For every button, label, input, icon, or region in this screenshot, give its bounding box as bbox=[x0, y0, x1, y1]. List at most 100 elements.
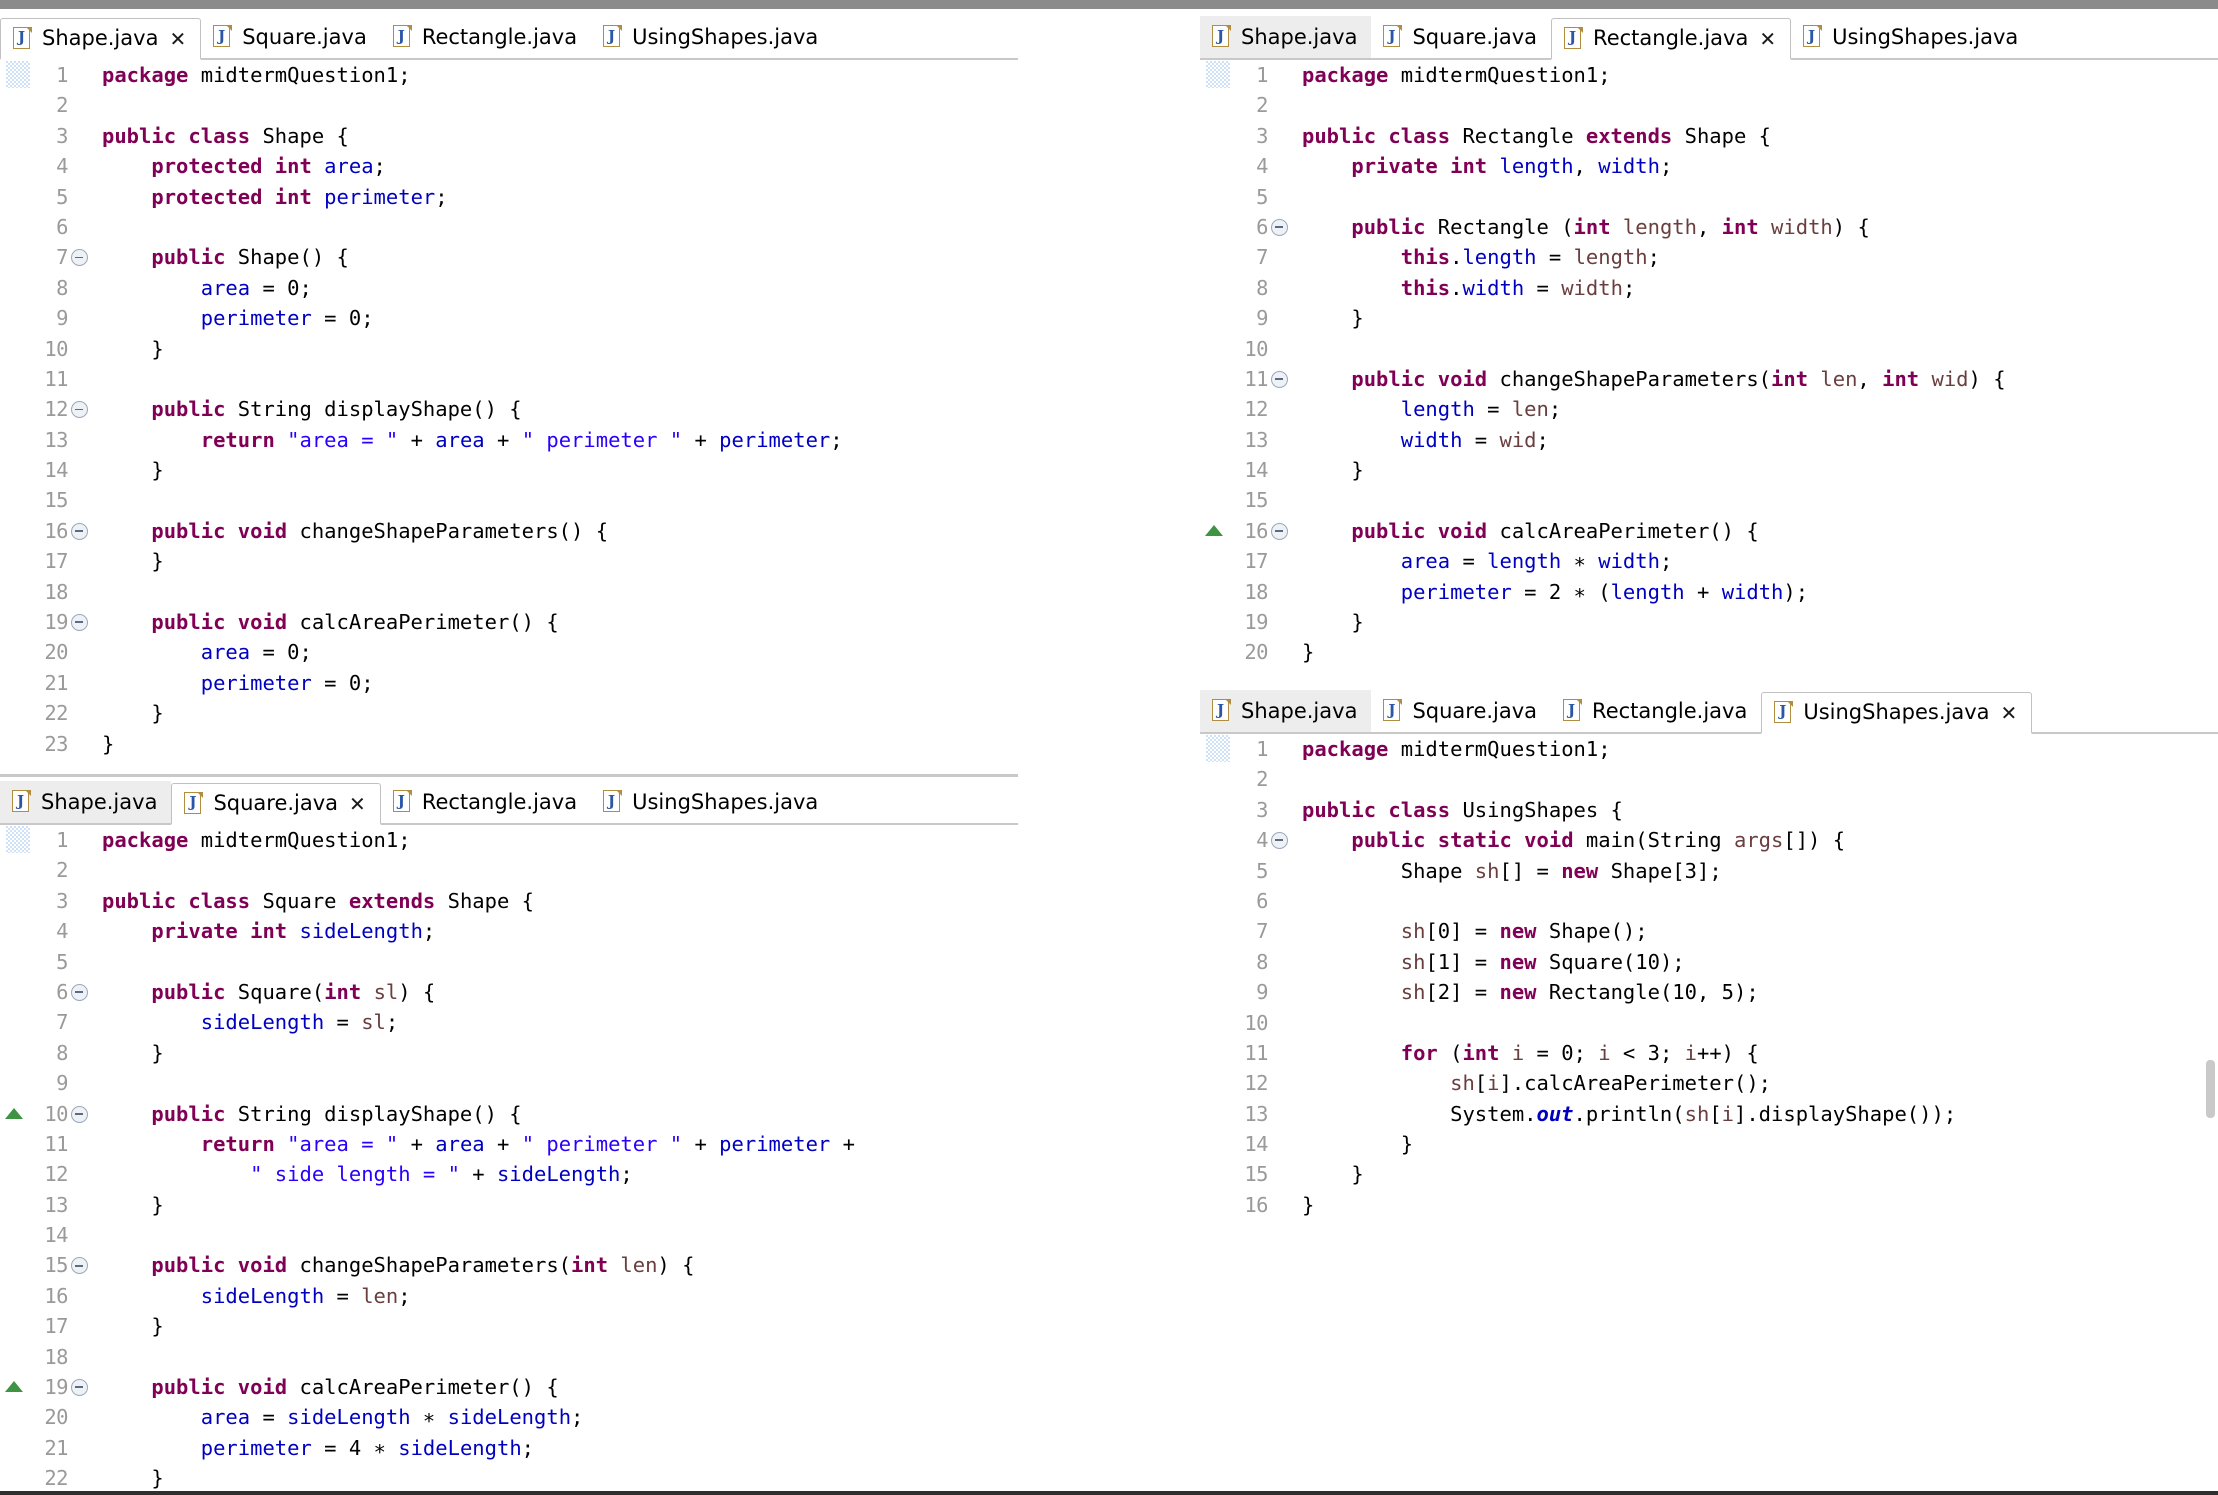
tab-usingshapes-java[interactable]: J UsingShapes.java bbox=[1791, 16, 2032, 58]
code-line[interactable]: 5 bbox=[1200, 182, 2218, 212]
code-line[interactable]: 22 } bbox=[0, 698, 1018, 728]
code-line[interactable]: 14 bbox=[0, 1220, 1018, 1250]
tab-square-java[interactable]: J Square.java bbox=[201, 16, 381, 58]
code-line[interactable]: 4 public static void main(String args[])… bbox=[1200, 825, 2218, 855]
tab-square-java[interactable]: J Square.java bbox=[1371, 690, 1551, 732]
tab-rectangle-java[interactable]: J Rectangle.java bbox=[381, 781, 591, 823]
code-line[interactable]: 18 bbox=[0, 577, 1018, 607]
tab-usingshapes-java[interactable]: J UsingShapes.java bbox=[591, 16, 832, 58]
code-line[interactable]: 12 length = len; bbox=[1200, 394, 2218, 424]
collapse-fold-icon[interactable] bbox=[71, 1257, 88, 1275]
code-line[interactable]: 13 width = wid; bbox=[1200, 425, 2218, 455]
code-line[interactable]: 9 } bbox=[1200, 303, 2218, 333]
collapse-fold-icon[interactable] bbox=[1271, 370, 1288, 388]
code-line[interactable]: 13 return "area = " + area + " perimeter… bbox=[0, 425, 1018, 455]
code-area-square[interactable]: 1 package midtermQuestion1; 2 3 public clas… bbox=[0, 825, 1018, 1491]
code-line[interactable]: 14 } bbox=[1200, 455, 2218, 485]
code-line[interactable]: 6 bbox=[0, 212, 1018, 242]
tab-rectangle-java[interactable]: J Rectangle.java bbox=[381, 16, 591, 58]
collapse-fold-icon[interactable] bbox=[1271, 218, 1288, 236]
tab-square-java[interactable]: J Square.java bbox=[1371, 16, 1551, 58]
code-line[interactable]: 16 public void calcAreaPerimeter() { bbox=[1200, 516, 2218, 546]
tab-shape-java[interactable]: J Shape.java bbox=[1200, 16, 1372, 58]
code-line[interactable]: 4 private int sideLength; bbox=[0, 916, 1018, 946]
collapse-fold-icon[interactable] bbox=[71, 522, 88, 540]
code-line[interactable]: 8 sh[1] = new Square(10); bbox=[1200, 947, 2218, 977]
code-line[interactable]: 8 area = 0; bbox=[0, 273, 1018, 303]
collapse-fold-icon[interactable] bbox=[71, 1379, 88, 1397]
code-line[interactable]: 20 area = 0; bbox=[0, 637, 1018, 667]
collapse-fold-icon[interactable] bbox=[71, 983, 88, 1001]
code-line[interactable]: 18 bbox=[0, 1342, 1018, 1372]
code-line[interactable]: 16 public void changeShapeParameters() { bbox=[0, 516, 1018, 546]
vertical-scrollbar-thumb[interactable] bbox=[2206, 1060, 2215, 1118]
code-line[interactable]: 22 } bbox=[0, 1463, 1018, 1491]
code-line[interactable]: 10 } bbox=[0, 334, 1018, 364]
code-line[interactable]: 10 bbox=[1200, 334, 2218, 364]
collapse-fold-icon[interactable] bbox=[1271, 522, 1288, 540]
code-line[interactable]: 12 sh[i].calcAreaPerimeter(); bbox=[1200, 1068, 2218, 1098]
code-line[interactable]: 2 bbox=[1200, 90, 2218, 120]
code-line[interactable]: 17 } bbox=[0, 1311, 1018, 1341]
code-line[interactable]: 8 this.width = width; bbox=[1200, 273, 2218, 303]
code-line[interactable]: 9 bbox=[0, 1068, 1018, 1098]
code-line[interactable]: 1 package midtermQuestion1; bbox=[0, 825, 1018, 855]
code-line[interactable]: 7 sh[0] = new Shape(); bbox=[1200, 916, 2218, 946]
code-line[interactable]: 3 public class Rectangle extends Shape { bbox=[1200, 121, 2218, 151]
code-line[interactable]: 19 public void calcAreaPerimeter() { bbox=[0, 607, 1018, 637]
code-line[interactable]: 12 " side length = " + sideLength; bbox=[0, 1159, 1018, 1189]
code-line[interactable]: 14 } bbox=[0, 455, 1018, 485]
code-line[interactable]: 5 protected int perimeter; bbox=[0, 182, 1018, 212]
code-line[interactable]: 13 } bbox=[0, 1190, 1018, 1220]
close-icon[interactable]: ✕ bbox=[169, 29, 186, 49]
code-line[interactable]: 3 public class Square extends Shape { bbox=[0, 886, 1018, 916]
tab-usingshapes-java[interactable]: J UsingShapes.java bbox=[591, 781, 832, 823]
code-line[interactable]: 19 } bbox=[1200, 607, 2218, 637]
code-line[interactable]: 16 sideLength = len; bbox=[0, 1281, 1018, 1311]
tab-shape-java[interactable]: J Shape.java bbox=[0, 781, 172, 823]
code-line[interactable]: 5 Shape sh[] = new Shape[3]; bbox=[1200, 856, 2218, 886]
code-line[interactable]: 3 public class UsingShapes { bbox=[1200, 795, 2218, 825]
collapse-fold-icon[interactable] bbox=[71, 249, 88, 267]
code-line[interactable]: 2 bbox=[0, 855, 1018, 885]
code-line[interactable]: 12 public String displayShape() { bbox=[0, 394, 1018, 424]
code-line[interactable]: 11 bbox=[0, 364, 1018, 394]
code-line[interactable]: 21 perimeter = 4 ∗ sideLength; bbox=[0, 1433, 1018, 1463]
close-icon[interactable]: ✕ bbox=[349, 794, 366, 814]
code-line[interactable]: 20} bbox=[1200, 637, 2218, 667]
tab-shape-java[interactable]: J Shape.java bbox=[1200, 690, 1372, 732]
code-line[interactable]: 1 package midtermQuestion1; bbox=[1200, 734, 2218, 764]
collapse-fold-icon[interactable] bbox=[71, 1105, 88, 1123]
code-line[interactable]: 2 bbox=[1200, 764, 2218, 794]
code-line[interactable]: 16} bbox=[1200, 1190, 2218, 1220]
code-line[interactable]: 7 this.length = length; bbox=[1200, 242, 2218, 272]
tab-rectangle-java[interactable]: J Rectangle.java ✕ bbox=[1551, 18, 1792, 60]
code-line[interactable]: 10 bbox=[1200, 1008, 2218, 1038]
code-line[interactable]: 10 public String displayShape() { bbox=[0, 1099, 1018, 1129]
collapse-fold-icon[interactable] bbox=[71, 401, 88, 419]
tab-usingshapes-java[interactable]: J UsingShapes.java ✕ bbox=[1761, 692, 2033, 734]
code-line[interactable]: 17 area = length ∗ width; bbox=[1200, 546, 2218, 576]
code-line[interactable]: 11 public void changeShapeParameters(int… bbox=[1200, 364, 2218, 394]
code-line[interactable]: 15 bbox=[0, 485, 1018, 515]
code-line[interactable]: 3 public class Shape { bbox=[0, 121, 1018, 151]
code-area-shape[interactable]: 1 package midtermQuestion1; 2 3 public clas… bbox=[0, 60, 1018, 776]
tab-rectangle-java[interactable]: J Rectangle.java bbox=[1551, 690, 1761, 732]
code-line[interactable]: 6 bbox=[1200, 886, 2218, 916]
code-line[interactable]: 1 package midtermQuestion1; bbox=[1200, 60, 2218, 90]
code-line[interactable]: 17 } bbox=[0, 546, 1018, 576]
code-line[interactable]: 8 } bbox=[0, 1038, 1018, 1068]
tab-shape-java[interactable]: J Shape.java ✕ bbox=[0, 18, 202, 60]
code-line[interactable]: 6 public Rectangle (int length, int widt… bbox=[1200, 212, 2218, 242]
code-line[interactable]: 21 perimeter = 0; bbox=[0, 668, 1018, 698]
code-line[interactable]: 15 } bbox=[1200, 1159, 2218, 1189]
code-area-rectangle[interactable]: 1 package midtermQuestion1; 2 3 public clas… bbox=[1200, 60, 2218, 676]
code-line[interactable]: 2 bbox=[0, 90, 1018, 120]
code-area-usingshapes[interactable]: 1 package midtermQuestion1; 2 3 public clas… bbox=[1200, 734, 2218, 1330]
code-line[interactable]: 9 sh[2] = new Rectangle(10, 5); bbox=[1200, 977, 2218, 1007]
tab-square-java[interactable]: J Square.java ✕ bbox=[171, 783, 381, 825]
collapse-fold-icon[interactable] bbox=[71, 614, 88, 632]
code-line[interactable]: 20 area = sideLength ∗ sideLength; bbox=[0, 1402, 1018, 1432]
code-line[interactable]: 7 public Shape() { bbox=[0, 242, 1018, 272]
code-line[interactable]: 6 public Square(int sl) { bbox=[0, 977, 1018, 1007]
